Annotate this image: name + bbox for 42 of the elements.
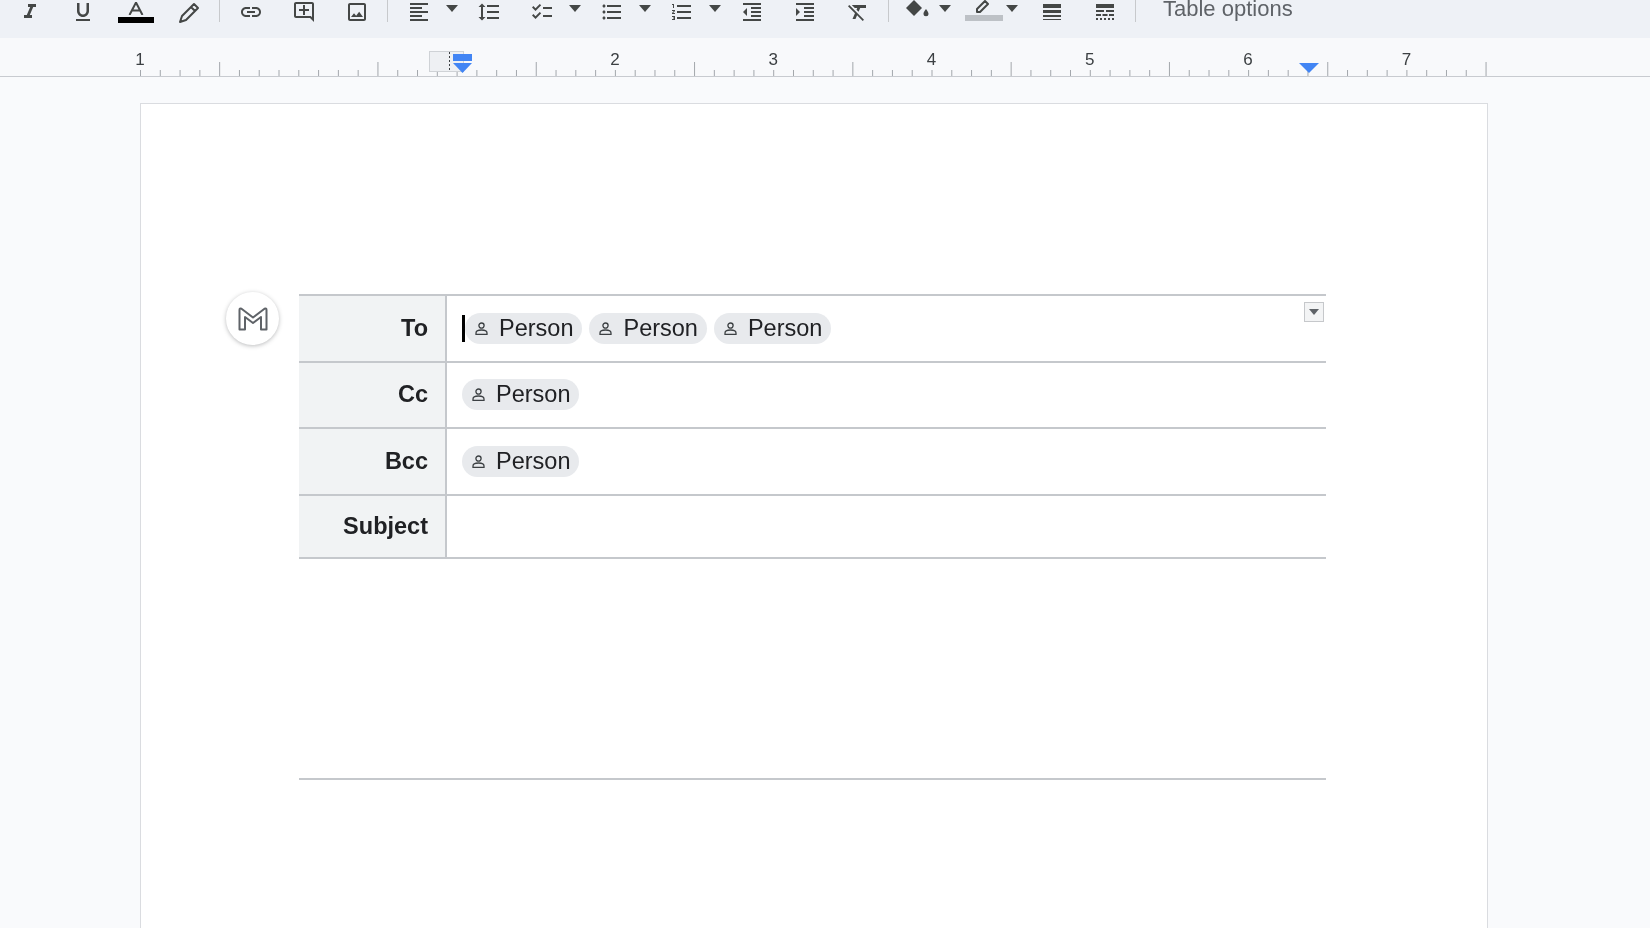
pencil-icon (176, 0, 201, 24)
caret-icon (709, 5, 721, 12)
left-indent-marker-icon[interactable] (453, 54, 472, 73)
ruler-number: 2 (610, 50, 620, 70)
recipients-field[interactable]: Person (447, 362, 1326, 427)
recipients-field[interactable]: Person Person Person (447, 296, 1326, 361)
recipient-chip[interactable]: Person (462, 379, 580, 411)
person-icon (723, 321, 737, 335)
caret-icon (939, 5, 951, 12)
recipient-chip[interactable]: Person (465, 312, 583, 344)
recipient-chip[interactable]: Person (462, 445, 580, 477)
recipient-chip[interactable]: Person (589, 312, 707, 344)
caret-icon (1309, 309, 1319, 315)
caret-icon (446, 5, 458, 12)
ruler-number: 6 (1243, 50, 1253, 70)
ruler-number: 5 (1085, 50, 1095, 70)
mail-button[interactable] (226, 292, 279, 345)
person-icon (475, 321, 488, 335)
field-label: Subject (299, 495, 447, 557)
field-label: Cc (299, 362, 447, 427)
mail-icon (237, 306, 268, 331)
person-icon (599, 321, 613, 335)
paint-bucket-icon (905, 0, 929, 17)
table-options-button[interactable]: Table options (1152, 0, 1304, 20)
person-icon (472, 388, 485, 402)
text-color-icon (127, 1, 144, 15)
ruler-number: 1 (135, 50, 145, 70)
caret-icon (1006, 5, 1018, 12)
recipient-chip[interactable]: Person (713, 312, 832, 344)
add-comment-icon (291, 0, 316, 24)
ruler-number: 4 (926, 50, 937, 70)
caret-icon (639, 5, 651, 12)
ruler-number: 3 (768, 50, 778, 70)
right-indent-marker-icon[interactable] (1299, 63, 1319, 73)
field-label: To (299, 296, 447, 361)
person-icon (472, 454, 485, 468)
field-label: Bcc (299, 429, 447, 494)
align-left-icon (407, 0, 431, 24)
caret-icon (569, 5, 581, 12)
recipients-field[interactable]: Person (447, 429, 1326, 494)
dropdown-button[interactable] (1304, 302, 1324, 322)
ruler-number: 7 (1401, 50, 1412, 70)
